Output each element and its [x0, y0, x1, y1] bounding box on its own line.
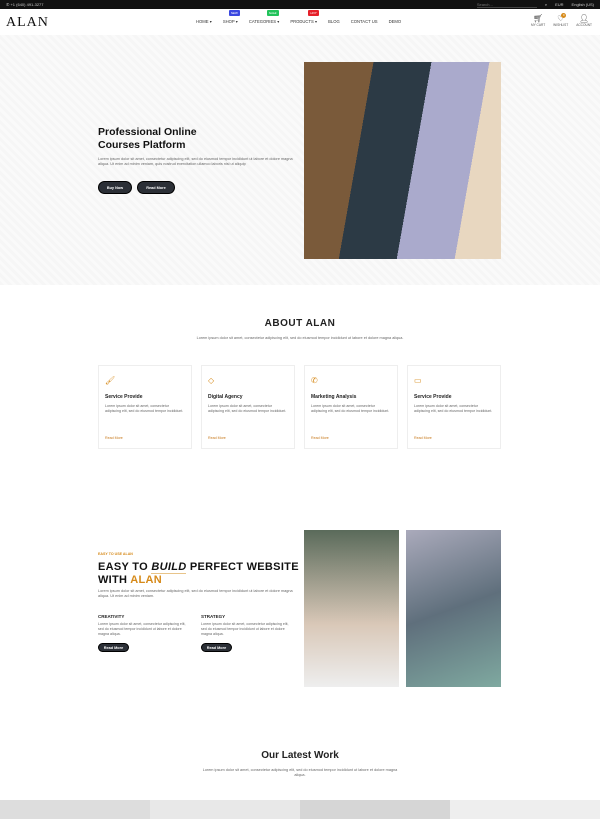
user-icon: 👤︎ [579, 14, 590, 23]
main-nav: HOME ▾ NEW SHOP ▾ SALE CATEGORIES ▾ HOT PRO… [196, 10, 402, 24]
service-card: 🖌︎ Service Provide Lorem ipsum dolor sit a… [98, 365, 192, 449]
hot-badge: HOT [308, 10, 319, 16]
about-text: Lorem ipsum dolor sit amet, consectetur … [196, 336, 404, 340]
service-card: ▭ Service Provide Lorem ipsum dolor sit am… [407, 365, 501, 449]
buy-now-button[interactable]: Buy Now [98, 181, 132, 194]
build-title: EASY TO BUILD PERFECT WEBSITE WITH ALAN [98, 561, 299, 587]
title-highlight: ALAN [130, 574, 163, 586]
nav-label: CATEGORIES [248, 19, 277, 24]
card-title: Marketing Analysis [311, 394, 357, 400]
column-title: STRATEGY [201, 614, 226, 619]
read-more-link[interactable]: Read More [105, 436, 123, 440]
card-title: Digital Agency [208, 394, 243, 400]
column-title: CREATIVITY [98, 614, 125, 619]
nav-label: HOME [196, 19, 209, 24]
account-button[interactable]: 👤︎ ACCOUNT [576, 14, 592, 28]
work-thumb[interactable] [300, 800, 450, 819]
title-part: PERFECT WEBSITE [186, 561, 299, 573]
cart-label: MY CART [530, 23, 546, 27]
phone-number: +1 (640) 491-3277 [10, 2, 44, 7]
hero-text: Lorem ipsum dolor sit amet, consectetur … [98, 157, 293, 167]
brush-icon: 🖌︎ [105, 376, 116, 385]
logo[interactable]: ALAN [6, 15, 49, 31]
work-thumb[interactable] [0, 800, 150, 819]
service-card: ◇ Digital Agency Lorem ipsum dolor sit ame… [201, 365, 295, 449]
read-more-link[interactable]: Read More [311, 436, 329, 440]
work-title: Our Latest Work [261, 750, 339, 761]
currency-select[interactable]: EUR [555, 2, 563, 7]
inbox-icon: ▭ [414, 376, 422, 385]
search-icon[interactable]: ⌕ [545, 2, 547, 7]
read-more-button[interactable]: Read More [201, 643, 232, 652]
laptop-image [406, 530, 501, 687]
nav-contact[interactable]: CONTACT US [351, 19, 378, 24]
strategy-column: STRATEGY Lorem ipsum dolor sit amet, con… [201, 614, 294, 652]
build-eyebrow: EASY TO USE ALAN [98, 552, 133, 556]
nav-label: PRODUCTS [290, 19, 314, 24]
new-badge: NEW [228, 10, 240, 16]
read-more-button[interactable]: Read More [137, 181, 175, 194]
work-thumb[interactable] [450, 800, 600, 819]
top-bar: ✆ +1 (640) 491-3277 Search... ⌕ EUR Engl… [0, 0, 600, 9]
card-title: Service Provide [414, 394, 452, 400]
nav-label: SHOP [222, 19, 235, 24]
service-card: ✆ Marketing Analysis Lorem ipsum dolor sit… [304, 365, 398, 449]
read-more-link[interactable]: Read More [414, 436, 432, 440]
column-text: Lorem ipsum dolor sit amet, consectetur … [98, 622, 186, 636]
nav-blog[interactable]: BLOG [328, 19, 340, 24]
woman-laptop-image [304, 530, 399, 687]
sale-badge: SALE [266, 10, 279, 16]
nav-home[interactable]: HOME ▾ [196, 19, 212, 24]
wishlist-count: 0 [561, 13, 567, 18]
build-text: Lorem ipsum dolor sit amet, consectetur … [98, 589, 293, 599]
cart-button[interactable]: 🛒︎ MY CART [530, 14, 546, 28]
diamond-icon: ◇ [208, 376, 215, 385]
phone-icon: ✆ [311, 376, 318, 385]
title-emphasis: BUILD [151, 561, 187, 574]
hero-section: Professional Online Courses Platform Lore… [0, 35, 600, 285]
work-thumb[interactable] [150, 800, 300, 819]
cart-icon: 🛒︎ [532, 14, 544, 23]
title-part: EASY TO [98, 561, 152, 573]
creativity-column: CREATIVITY Lorem ipsum dolor sit amet, c… [98, 614, 191, 652]
column-text: Lorem ipsum dolor sit amet, consectetur … [201, 622, 289, 636]
language-select[interactable]: English (US) [572, 2, 594, 7]
card-title: Service Provide [105, 394, 143, 400]
nav-categories[interactable]: SALE CATEGORIES ▾ [248, 10, 279, 24]
hero-title-line: Professional Online [98, 126, 197, 138]
about-title: ABOUT ALAN [264, 318, 336, 329]
card-text: Lorem ipsum dolor sit amet, consectetur … [414, 404, 493, 413]
title-part: WITH [98, 574, 131, 586]
wishlist-label: WISHLIST [553, 23, 569, 27]
hero-image [304, 62, 501, 259]
read-more-link[interactable]: Read More [208, 436, 226, 440]
header-icons: 🛒︎ MY CART ♡ 0 WISHLIST 👤︎ ACCOUNT [530, 13, 592, 28]
card-text: Lorem ipsum dolor sit amet, consectetur … [208, 404, 287, 413]
nav-shop[interactable]: NEW SHOP ▾ [222, 10, 240, 24]
hero-title-line: Courses Platform [98, 139, 186, 151]
wishlist-button[interactable]: ♡ 0 WISHLIST [553, 13, 569, 27]
card-text: Lorem ipsum dolor sit amet, consectetur … [105, 404, 184, 413]
search-input[interactable]: Search... [476, 2, 537, 8]
work-text: Lorem ipsum dolor sit amet, consectetur … [202, 768, 398, 778]
nav-products[interactable]: HOT PRODUCTS ▾ [290, 10, 319, 24]
nav-demo[interactable]: DEMO [389, 19, 402, 24]
header: ALAN HOME ▾ NEW SHOP ▾ SALE CATEGORIES ▾ H… [0, 9, 600, 35]
hero-title: Professional Online Courses Platform [98, 126, 197, 152]
read-more-button[interactable]: Read More [98, 643, 129, 652]
account-label: ACCOUNT [576, 23, 592, 27]
card-text: Lorem ipsum dolor sit amet, consectetur … [311, 404, 390, 413]
